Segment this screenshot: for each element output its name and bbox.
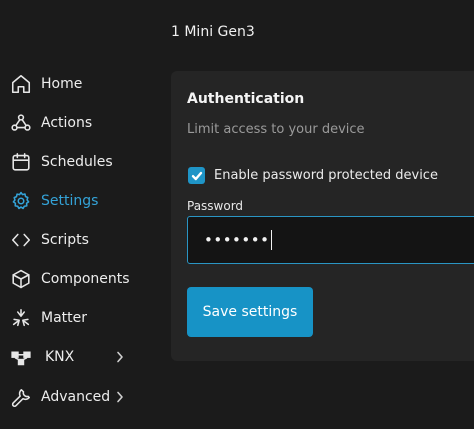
sidebar-item-label: Scripts <box>41 232 89 248</box>
sidebar-item-label: Settings <box>41 193 99 209</box>
knx-icon <box>10 346 32 368</box>
authentication-subtitle: Limit access to your device <box>187 122 365 137</box>
sidebar-item-label: Matter <box>41 310 88 326</box>
authentication-card: Authentication Limit access to your devi… <box>171 71 474 361</box>
enable-password-label[interactable]: Enable password protected device <box>214 168 438 183</box>
sidebar-item-actions[interactable]: Actions <box>0 108 150 138</box>
calendar-icon <box>10 151 32 173</box>
save-settings-button[interactable]: Save settings <box>187 287 313 337</box>
code-icon <box>10 229 32 251</box>
sidebar-item-label: Advanced <box>41 389 111 405</box>
password-value: ••••••• <box>204 231 270 249</box>
enable-password-checkbox[interactable] <box>188 167 205 184</box>
device-title: 1 Mini Gen3 <box>171 24 255 40</box>
sidebar-item-home[interactable]: Home <box>0 69 150 99</box>
gear-icon <box>10 190 32 212</box>
wrench-icon <box>10 386 32 408</box>
password-field[interactable]: ••••••• <box>187 216 474 264</box>
actions-icon <box>10 112 32 134</box>
matter-icon <box>10 307 32 329</box>
sidebar-item-advanced[interactable]: Advanced <box>0 382 150 412</box>
sidebar-item-matter[interactable]: Matter <box>0 303 150 333</box>
chevron-right-icon <box>115 350 125 364</box>
sidebar-item-knx[interactable]: KNX <box>0 342 150 372</box>
sidebar-item-scripts[interactable]: Scripts <box>0 225 150 255</box>
sidebar-item-schedules[interactable]: Schedules <box>0 147 150 177</box>
sidebar-item-components[interactable]: Components <box>0 264 150 294</box>
cube-icon <box>10 268 32 290</box>
sidebar-item-label: KNX <box>45 349 75 365</box>
checkmark-icon <box>191 171 202 180</box>
sidebar-item-label: Actions <box>41 115 93 131</box>
sidebar-item-settings[interactable]: Settings <box>0 186 150 216</box>
sidebar-item-label: Components <box>41 271 130 287</box>
authentication-title: Authentication <box>187 91 305 107</box>
chevron-right-icon <box>115 390 125 404</box>
sidebar-item-label: Schedules <box>41 154 113 170</box>
password-label: Password <box>187 199 244 213</box>
home-icon <box>10 73 32 95</box>
text-caret <box>271 230 273 250</box>
sidebar-item-label: Home <box>41 76 83 92</box>
